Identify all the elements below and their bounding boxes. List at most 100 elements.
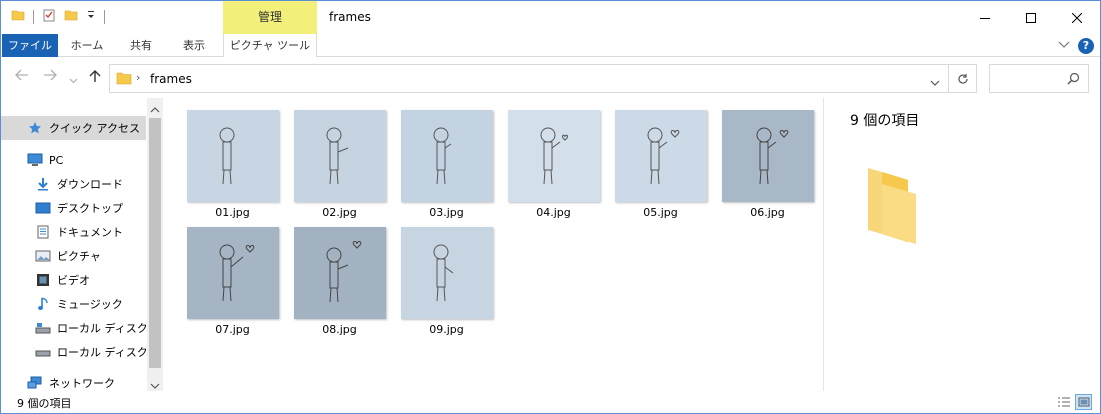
thumbnail-07[interactable]	[187, 227, 279, 319]
nav-label: ネットワーク	[49, 377, 115, 390]
forward-icon[interactable]	[43, 69, 57, 85]
nav-local-disk-c[interactable]: ローカル ディスク (C:	[1, 316, 146, 340]
nav-label: クイック アクセス	[49, 122, 140, 135]
back-icon[interactable]	[15, 69, 29, 85]
folder-icon	[864, 166, 922, 253]
breadcrumb-separator-icon[interactable]: ›	[136, 71, 140, 84]
pictures-icon	[35, 249, 51, 263]
status-text: 9 個の項目	[17, 397, 72, 410]
scroll-down-icon[interactable]	[150, 378, 160, 392]
file-name[interactable]: 07.jpg	[179, 323, 286, 336]
minimize-button[interactable]	[962, 1, 1008, 34]
document-icon	[35, 225, 51, 239]
file-list: 01.jpg 02.jpg 03.jpg 04.jpg 05.jpg 06.jp…	[163, 98, 823, 391]
nav-label: ドキュメント	[57, 226, 123, 239]
tab-picture-tools[interactable]: ピクチャ ツール	[223, 34, 317, 57]
close-button[interactable]	[1054, 1, 1100, 34]
search-input[interactable]	[989, 64, 1089, 93]
tab-share[interactable]: 共有	[115, 34, 167, 57]
drive-icon	[35, 321, 51, 335]
recent-locations-icon[interactable]	[69, 72, 78, 88]
thumbnail-04[interactable]	[508, 110, 600, 202]
nav-downloads[interactable]: ダウンロード	[1, 172, 146, 196]
folder-icon[interactable]	[11, 8, 25, 25]
nav-pictures[interactable]: ピクチャ	[1, 244, 146, 268]
nav-scrollbar[interactable]	[147, 98, 163, 391]
nav-label: ダウンロード	[57, 178, 123, 191]
details-view-button[interactable]	[1055, 394, 1072, 410]
search-icon[interactable]	[1067, 72, 1080, 88]
nav-pc[interactable]: PC	[1, 148, 146, 172]
new-folder-icon[interactable]	[64, 8, 78, 25]
tab-view[interactable]: 表示	[167, 34, 221, 57]
nav-label: ローカル ディスク (C:	[57, 322, 146, 335]
nav-quick-access[interactable]: クイック アクセス	[1, 116, 146, 140]
refresh-button[interactable]	[949, 64, 977, 93]
quick-access-toolbar	[11, 8, 105, 25]
nav-label: デスクトップ	[57, 202, 123, 215]
details-pane: 9 個の項目	[823, 98, 1100, 391]
navigation-pane: クイック アクセス PC ダウンロード デスクトップ ドキュメント ピクチャ ビ…	[1, 98, 163, 391]
help-icon[interactable]: ?	[1078, 38, 1094, 54]
address-dropdown-icon[interactable]	[930, 75, 940, 89]
title-bar: 管理 frames	[1, 1, 1100, 34]
thumbnail-05[interactable]	[615, 110, 707, 202]
ribbon-tabs: ファイル ホーム 共有 表示 ピクチャ ツール	[1, 34, 1100, 57]
scrollbar-thumb[interactable]	[149, 118, 161, 368]
maximize-button[interactable]	[1008, 1, 1054, 34]
customize-toolbar-icon[interactable]	[86, 9, 96, 24]
nav-label: ミュージック	[57, 298, 123, 311]
explorer-window: 管理 frames ファイル ホーム 共有 表示 ピクチャ ツール ? › fr…	[0, 0, 1101, 414]
drive-icon	[35, 345, 51, 359]
file-name[interactable]: 01.jpg	[179, 206, 286, 219]
nav-label: ビデオ	[57, 274, 90, 287]
file-name[interactable]: 02.jpg	[286, 206, 393, 219]
breadcrumb[interactable]: frames	[150, 72, 192, 86]
properties-icon[interactable]	[42, 8, 56, 25]
large-icons-view-icon	[1078, 397, 1089, 407]
file-name[interactable]: 05.jpg	[607, 206, 714, 219]
address-row: › frames	[1, 58, 1100, 98]
nav-label: ローカル ディスク (D:	[57, 346, 146, 359]
manage-context-tab[interactable]: 管理	[223, 1, 317, 34]
thumbnail-09[interactable]	[401, 227, 493, 319]
thumbnail-01[interactable]	[187, 110, 279, 202]
toolbar-divider	[33, 9, 34, 24]
nav-music[interactable]: ミュージック	[1, 292, 146, 316]
tab-home[interactable]: ホーム	[59, 34, 115, 57]
window-title: frames	[329, 10, 371, 24]
file-name[interactable]: 04.jpg	[500, 206, 607, 219]
network-icon	[27, 376, 43, 390]
file-name[interactable]: 06.jpg	[714, 206, 821, 219]
nav-videos[interactable]: ビデオ	[1, 268, 146, 292]
nav-label: ピクチャ	[57, 250, 101, 263]
thumbnail-02[interactable]	[294, 110, 386, 202]
nav-label: PC	[49, 153, 64, 167]
scroll-up-icon[interactable]	[150, 102, 160, 116]
download-icon	[35, 177, 51, 191]
item-count: 9 個の項目	[850, 113, 920, 129]
nav-documents[interactable]: ドキュメント	[1, 220, 146, 244]
desktop-icon	[35, 201, 51, 215]
tab-file[interactable]: ファイル	[2, 34, 58, 57]
thumbnail-03[interactable]	[401, 110, 493, 202]
toolbar-divider	[104, 9, 105, 24]
status-bar: 9 個の項目	[1, 391, 1100, 413]
file-name[interactable]: 09.jpg	[393, 323, 500, 336]
star-icon	[27, 121, 43, 135]
file-name[interactable]: 08.jpg	[286, 323, 393, 336]
nav-local-disk-d[interactable]: ローカル ディスク (D:	[1, 340, 146, 364]
large-icons-view-button[interactable]	[1075, 394, 1092, 410]
thumbnail-08[interactable]	[294, 227, 386, 319]
address-bar[interactable]: › frames	[109, 64, 949, 93]
folder-icon	[116, 71, 132, 88]
file-name[interactable]: 03.jpg	[393, 206, 500, 219]
nav-desktop[interactable]: デスクトップ	[1, 196, 146, 220]
video-icon	[35, 273, 51, 287]
thumbnail-06[interactable]	[722, 110, 814, 202]
refresh-icon	[957, 73, 968, 84]
expand-ribbon-icon[interactable]	[1058, 39, 1070, 52]
up-icon[interactable]	[89, 69, 101, 87]
details-view-icon	[1057, 397, 1070, 407]
pc-icon	[27, 153, 43, 167]
